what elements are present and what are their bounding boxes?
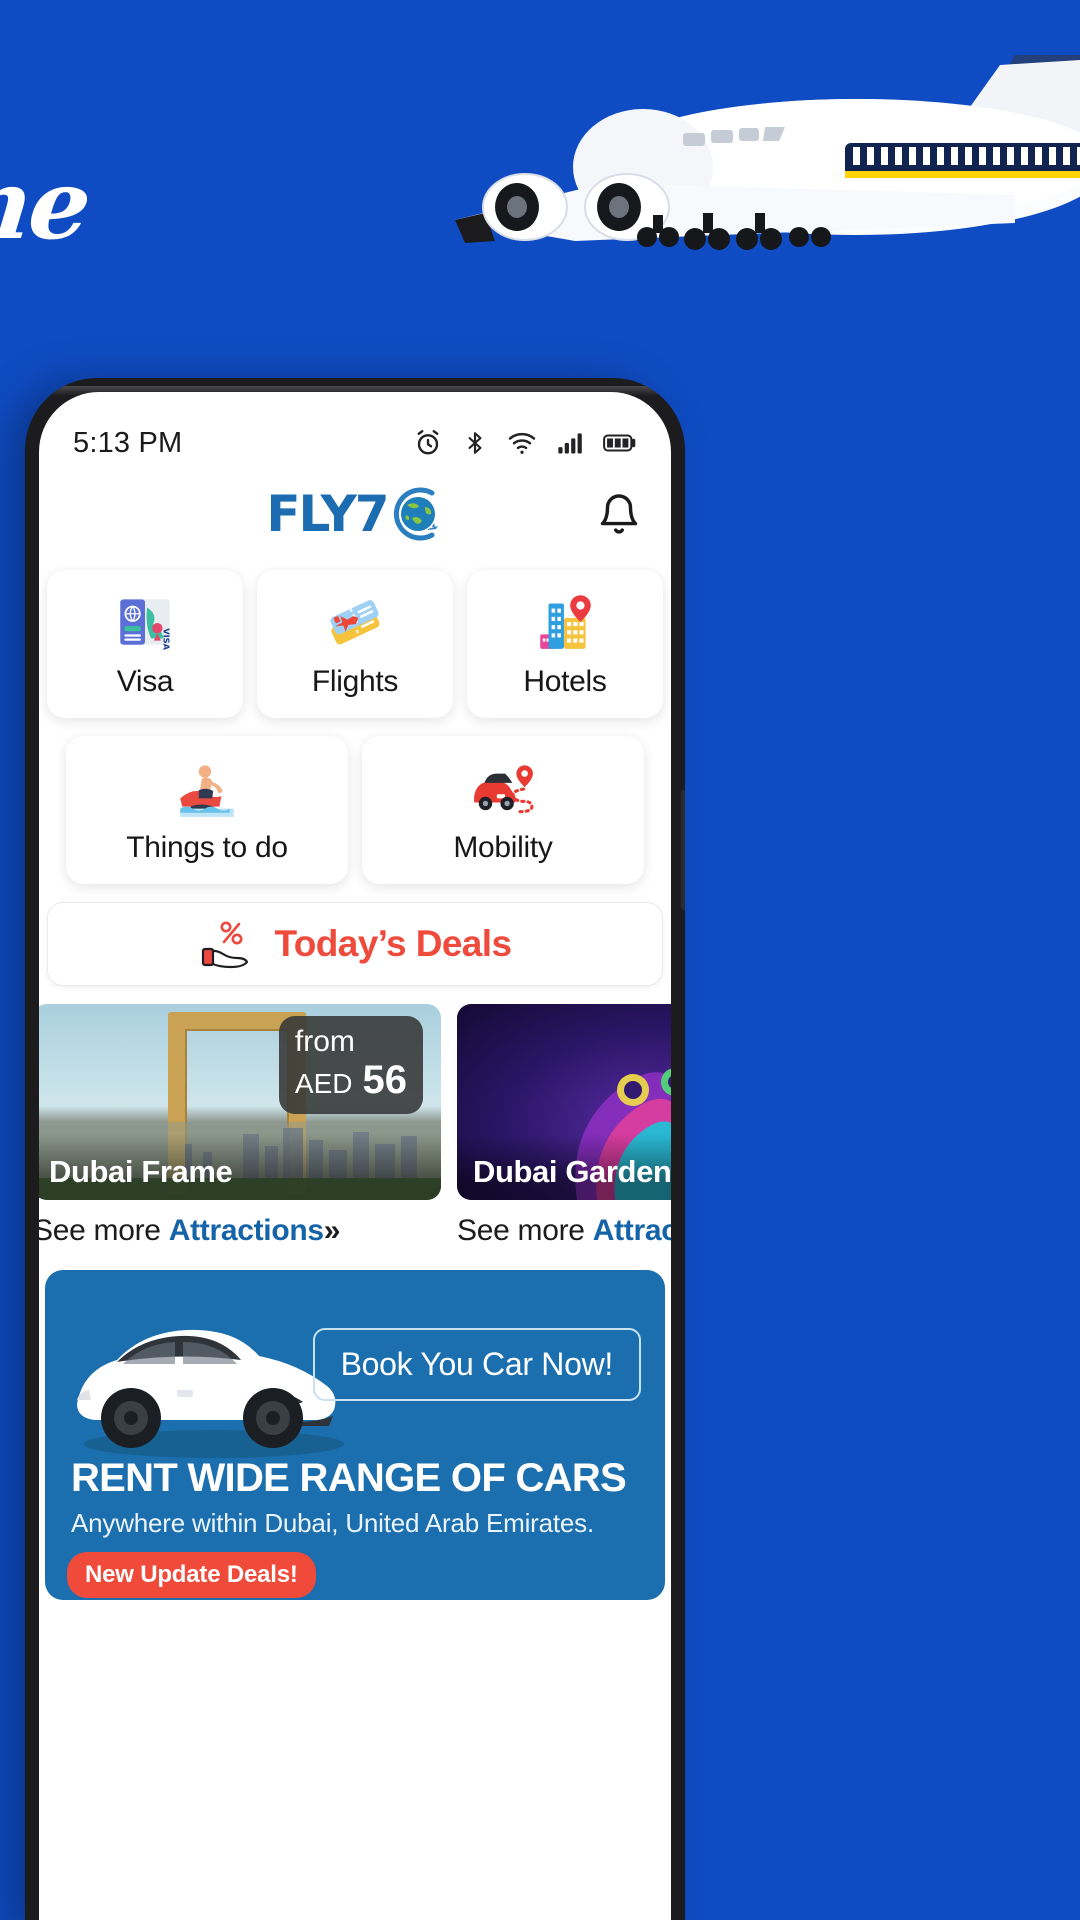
cellular-signal-icon [558,433,582,454]
deal-card-title: Dubai Garden G [473,1154,671,1189]
app-logo-text: FLY7 [266,485,389,543]
flight-tickets-icon [330,600,380,645]
service-label-flights: Flights [311,665,399,698]
hotel-buildings-icon [540,595,591,649]
jetski-icon [180,765,234,817]
service-tile-hotels[interactable]: Hotels [467,570,663,718]
battery-icon [603,434,636,452]
deal-card-title: Dubai Frame [49,1154,233,1189]
service-label-things-to-do: Things to do [126,831,288,864]
hand-percent-icon [201,921,248,969]
status-icons [413,428,637,458]
services-row-1: VISA Visa Flights Hotels [45,570,665,718]
service-label-visa: Visa [116,665,174,698]
car-route-icon [474,765,534,814]
deal-cards-carousel[interactable]: from AED 56 Dubai Frame See more Attract… [39,986,671,1248]
passport-icon: VISA [120,599,172,651]
hero-script-text: me [0,148,95,261]
service-tile-visa[interactable]: VISA Visa [47,570,243,718]
service-label-mobility: Mobility [453,831,553,864]
service-tile-mobility[interactable]: Mobility [362,736,644,884]
price-from-label: from [294,1025,355,1058]
see-more-attractions-link[interactable]: See more Attractions» [39,1214,441,1248]
app-bar: FLY7 [39,468,671,560]
bluetooth-icon [468,432,482,454]
car-banner-subtext: Anywhere within Dubai, United Arab Emira… [71,1508,595,1538]
see-more-chevron-icon: » [323,1214,341,1247]
deal-card-dubai-frame[interactable]: from AED 56 Dubai Frame See more Attract… [39,1004,441,1248]
deal-card-image: from AED 56 Dubai Frame [39,1004,441,1200]
car-banner-headline: RENT WIDE RANGE OF CARS [71,1456,627,1500]
deal-card-image: DUBAI GARDEN GLOW Dubai Garden G [457,1004,671,1200]
see-more-category: Attracti [592,1214,671,1247]
deal-card-caption: Dubai Frame [39,1134,441,1200]
see-more-prefix: See more [39,1214,169,1247]
service-tile-things-to-do[interactable]: Things to do [66,736,348,884]
price-badge: from AED 56 [278,1016,423,1114]
service-tile-flights[interactable]: Flights [257,570,453,718]
price-amount: 56 [362,1057,408,1102]
new-update-deals-badge[interactable]: New Update Deals! [67,1552,316,1598]
wifi-icon [508,432,536,454]
todays-deals-button[interactable]: Today’s Deals [47,902,663,986]
deal-card-caption: Dubai Garden G [457,1134,671,1200]
phone-device-frame: 5:13 PM FLY7 VISA Visa Flights Hotels Th… [25,378,685,1920]
bell-icon [600,494,638,534]
see-more-category: Attractions [168,1214,324,1247]
see-more-attractions-link-2[interactable]: See more Attracti [457,1214,671,1248]
car-rental-banner[interactable]: Book You Car Now! RENT WIDE RANGE OF CAR… [45,1270,665,1600]
globe-icon [393,487,438,541]
svg-text:VISA: VISA [162,628,172,650]
phone-screen: 5:13 PM FLY7 VISA Visa Flights Hotels Th… [39,392,671,1920]
see-more-prefix: See more [457,1214,593,1247]
phone-side-button[interactable] [681,790,685,910]
status-clock: 5:13 PM [73,426,183,459]
services-grid: VISA Visa Flights Hotels Things to do Mo… [39,560,671,884]
airplane-illustration-icon [455,55,1080,250]
book-car-now-button[interactable]: Book You Car Now! [312,1328,641,1401]
price-currency: AED [294,1067,353,1099]
app-logo[interactable]: FLY7 [266,483,443,545]
todays-deals-label: Today’s Deals [274,923,513,964]
services-row-2: Things to do Mobility [45,736,665,884]
service-label-hotels: Hotels [523,665,607,698]
alarm-icon [417,430,439,455]
status-bar: 5:13 PM [39,392,671,468]
deal-card-dubai-garden-glow[interactable]: DUBAI GARDEN GLOW Dubai Garden G See mor… [457,1004,671,1248]
notification-bell-button[interactable] [591,486,647,542]
